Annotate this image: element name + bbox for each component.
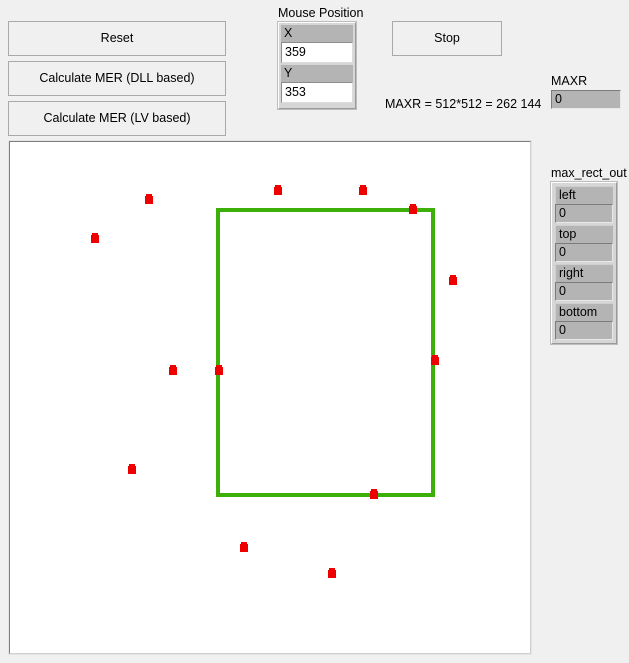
max-rect-out-caption: max_rect_out (551, 166, 627, 180)
calculate-mer-lv-button[interactable]: Calculate MER (LV based) (8, 101, 226, 136)
maxr-caption: MAXR (551, 74, 588, 88)
data-point (431, 355, 439, 365)
data-point-cap (146, 194, 152, 197)
max-rect-out-right-label: right (555, 264, 613, 282)
data-point-square (449, 277, 457, 285)
data-point-cap (241, 542, 247, 545)
data-point-square (431, 357, 439, 365)
data-point-cap (92, 233, 98, 236)
data-point-cap (371, 489, 377, 492)
data-point-cap (432, 355, 438, 358)
data-point (328, 568, 336, 578)
data-point-square (145, 196, 153, 204)
data-point-square (91, 235, 99, 243)
maxr-indicator-group: MAXR 0 (551, 74, 621, 109)
maxr-formula-text: MAXR = 512*512 = 262 144 (385, 97, 542, 111)
mouse-position-frame: X 359 Y 353 (278, 22, 356, 109)
data-point (145, 194, 153, 204)
stop-button[interactable]: Stop (392, 21, 502, 56)
data-point-square (370, 491, 378, 499)
rectangle-outline (216, 208, 435, 497)
data-point-square (274, 187, 282, 195)
max-rect-out-bottom-label: bottom (555, 303, 613, 321)
mouse-position-cluster: Mouse Position X 359 Y 353 (278, 6, 364, 109)
data-point-cap (410, 204, 416, 207)
max-rect-out-frame: left 0 top 0 right 0 bottom 0 (551, 182, 617, 344)
reset-button[interactable]: Reset (8, 21, 226, 56)
data-point (449, 275, 457, 285)
maxr-value[interactable]: 0 (551, 90, 621, 109)
data-point (409, 204, 417, 214)
data-point-cap (450, 275, 456, 278)
mouse-x-value[interactable]: 359 (281, 42, 353, 63)
max-rect-out-field-bottom: bottom 0 (555, 303, 613, 340)
data-point-square (240, 544, 248, 552)
data-point (359, 185, 367, 195)
data-point-square (328, 570, 336, 578)
data-point-cap (216, 365, 222, 368)
data-point (274, 185, 282, 195)
data-point (91, 233, 99, 243)
max-rect-out-top-label: top (555, 225, 613, 243)
data-point-square (128, 466, 136, 474)
data-point-square (169, 367, 177, 375)
max-rect-out-field-top: top 0 (555, 225, 613, 262)
data-point-square (359, 187, 367, 195)
scatter-plot[interactable] (10, 142, 530, 653)
data-point-cap (275, 185, 281, 188)
picture-canvas[interactable] (9, 141, 531, 654)
data-point-cap (170, 365, 176, 368)
point-set (91, 185, 457, 578)
max-rect-out-bottom-value[interactable]: 0 (555, 321, 613, 340)
max-rect-out-top-value[interactable]: 0 (555, 243, 613, 262)
mouse-x-label: X (281, 25, 353, 42)
data-point (128, 464, 136, 474)
data-point-cap (129, 464, 135, 467)
data-point (240, 542, 248, 552)
data-point-cap (360, 185, 366, 188)
max-rect-out-left-value[interactable]: 0 (555, 204, 613, 223)
mouse-position-caption: Mouse Position (278, 6, 364, 20)
data-point (215, 365, 223, 375)
mouse-y-value[interactable]: 353 (281, 82, 353, 103)
data-point (370, 489, 378, 499)
mouse-y-label: Y (281, 65, 353, 82)
data-point-square (409, 206, 417, 214)
max-enclosed-rectangle (216, 208, 435, 497)
calculate-mer-dll-button[interactable]: Calculate MER (DLL based) (8, 61, 226, 96)
max-rect-out-right-value[interactable]: 0 (555, 282, 613, 301)
max-rect-out-left-label: left (555, 186, 613, 204)
max-rect-out-field-right: right 0 (555, 264, 613, 301)
data-point-square (215, 367, 223, 375)
data-point (169, 365, 177, 375)
max-rect-out-field-left: left 0 (555, 186, 613, 223)
data-point-cap (329, 568, 335, 571)
max-rect-out-cluster: max_rect_out left 0 top 0 right 0 bottom… (551, 166, 627, 344)
